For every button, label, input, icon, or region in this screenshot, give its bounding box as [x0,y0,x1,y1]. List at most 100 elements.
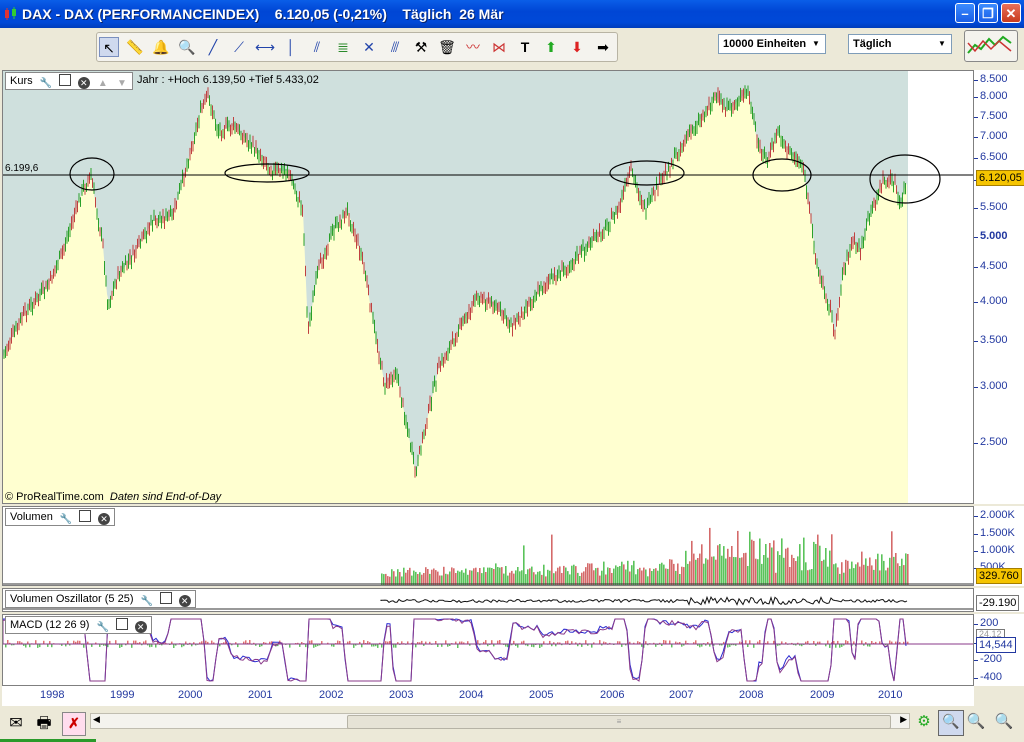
wrench-icon[interactable]: 🔧 [60,514,72,526]
price-chart[interactable] [3,71,973,503]
volume-bar [447,574,449,585]
axis-tick-label: 7.500 [980,110,1008,122]
pointer-tool-icon[interactable]: ↖ [99,37,119,57]
macd-hist-bar [517,644,519,648]
close-icon[interactable]: ✕ [178,595,191,607]
volume-bar [803,537,805,585]
printer-icon[interactable]: 🖶 [34,714,54,734]
volume-bar [903,565,905,585]
volume-bar [645,569,647,585]
alert-bell-icon[interactable]: 🔔 [151,37,171,57]
volume-bar [677,563,679,585]
volume-bar [765,544,767,585]
ruler-tool-icon[interactable]: 📏 [125,37,145,57]
zoom-tool-icon[interactable]: 🔍 [177,37,197,57]
year-label: 2002 [319,689,344,701]
volume-chart[interactable] [3,507,973,585]
axis-tick-mark [974,80,978,81]
zoom-out-icon[interactable]: 🔍 [966,712,986,732]
scroll-thumb[interactable]: ≡ [347,715,891,729]
indicators-button[interactable] [964,30,1018,62]
volume-panel-header: Volumen 🔧 ✕ [5,508,115,526]
vol-osc-panel[interactable]: Volumen Oszillator (5 25) 🔧 ✕ [2,588,974,612]
macd-hist-bar [845,640,847,644]
price-panel[interactable]: Kurs 🔧 ✕ ▲ ▼ Jahr : +Hoch 6.139,50 +Tief… [2,70,974,504]
volume-bar [527,569,529,585]
volume-bar [893,556,895,585]
zoom-fit-icon[interactable]: 🔍 [938,710,964,736]
volume-bar [635,574,637,585]
drawing-tools-group: ↖ 📏 🔔 🔍 ╱ ⟋ ⟷ │ ⫽ ≣ ✕ ⫻ ⚒ 🗑 〰 ⋈ T ⬆ ⬇ ➡ [96,32,618,62]
volume-bar [705,558,707,585]
macd-hist-bar [337,640,339,644]
volume-bar [665,568,667,585]
time-axis[interactable]: 1998 1999 2000 2001 2002 2003 2004 2005 2006 2007… [2,686,974,706]
volume-bar [717,545,719,585]
trendline-tool-icon[interactable]: ╱ [203,37,223,57]
bottom-bar: ✉ 🖶 ✗ ◀ ≡ ▶ ⚙ 🔍 🔍 🔍 [0,706,1024,742]
triangle-pattern-icon[interactable]: ⋈ [489,37,509,57]
ray-tool-icon[interactable]: ⟋ [229,37,249,57]
volume-bar [731,546,733,585]
minimize-button[interactable]: – [955,3,975,23]
channel-tool-icon[interactable]: ⫽ [307,37,327,57]
window-icon[interactable] [58,74,71,86]
wrench-icon[interactable]: 🔧 [40,78,52,90]
text-tool-icon[interactable]: T [515,37,535,57]
tools-icon[interactable]: ⚒ [411,37,431,57]
volume-bar [657,570,659,585]
fibonacci-tool-icon[interactable]: ≣ [333,37,353,57]
close-icon[interactable]: ✕ [98,513,110,525]
chart-settings-icon[interactable]: ⚙ [914,712,934,732]
axis-tick-mark [974,158,978,159]
volume-bar [681,566,683,585]
up-icon[interactable]: ▲ [97,78,109,90]
zoom-in-icon[interactable]: 🔍 [994,712,1014,732]
volume-panel[interactable]: Volumen 🔧 ✕ [2,506,974,586]
units-select[interactable]: 10000 Einheiten ▼ [718,34,826,54]
wrench-icon[interactable]: 🔧 [97,622,109,634]
down-icon[interactable]: ▼ [116,78,128,90]
volume-bar [469,570,471,585]
window-icon[interactable] [159,592,172,604]
parallel-lines-tool-icon[interactable]: ⫻ [385,37,405,57]
scroll-right-icon[interactable]: ▶ [900,714,907,725]
volume-bar [815,544,817,585]
vertical-line-tool-icon[interactable]: │ [281,37,301,57]
period-select[interactable]: Täglich ▼ [848,34,952,54]
sell-arrow-icon[interactable]: ⬇ [567,37,587,57]
macd-panel[interactable]: MACD (12 26 9) 🔧 ✕ [2,614,974,686]
buy-arrow-icon[interactable]: ⬆ [541,37,561,57]
volume-bar [573,564,575,585]
horizontal-line-tool-icon[interactable]: ⟷ [255,37,275,57]
window-icon[interactable] [115,618,128,630]
close-icon[interactable]: ✕ [134,621,147,633]
macd-hist-bar [539,644,541,648]
macd-hist-bar [37,644,39,648]
close-icon[interactable]: ✕ [77,77,90,89]
volume-bar [725,558,727,585]
fan-tool-icon[interactable]: ✕ [359,37,379,57]
volume-bar [799,544,801,585]
axis-tick-mark [974,302,978,303]
trash-icon[interactable]: 🗑 [437,37,457,57]
volume-bar [709,527,711,585]
axis-tick-label: 6.500 [980,151,1008,163]
axis-tick-mark [974,341,978,342]
scroll-left-icon[interactable]: ◀ [93,714,100,725]
wrench-icon[interactable]: 🔧 [141,596,153,608]
volume-bar [385,573,387,585]
data-note: Daten sind End-of-Day [109,491,222,503]
price-axis[interactable]: 8.5008.0007.5007.0006.5006.0005.5005.000… [974,70,1024,504]
chevron-down-icon: ▼ [812,39,820,48]
window-icon[interactable] [78,510,91,522]
close-button[interactable]: ✕ [1001,3,1021,23]
volume-bar [773,540,775,585]
volume-last-tag: 329.760 [976,568,1022,584]
no-zoom-icon[interactable]: ✗ [62,712,86,736]
wave-pattern-icon[interactable]: 〰 [463,37,483,57]
right-arrow-icon[interactable]: ➡ [593,37,613,57]
mail-icon[interactable]: ✉ [6,714,26,734]
maximize-button[interactable]: ❐ [978,3,998,23]
horizontal-scrollbar[interactable]: ◀ ≡ ▶ [90,713,910,729]
